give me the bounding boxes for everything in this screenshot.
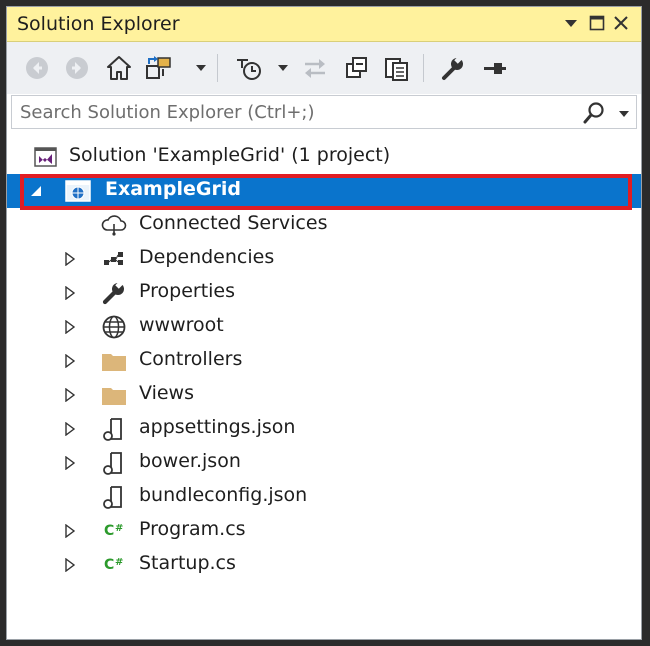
tree-item-controllers[interactable]: Controllers <box>7 344 641 378</box>
tree-item-label: appsettings.json <box>139 416 296 438</box>
tree-item-label: Startup.cs <box>139 552 236 574</box>
web-project-icon <box>65 178 91 204</box>
toolbar <box>7 42 641 94</box>
folder-icon <box>101 382 127 408</box>
home-icon[interactable] <box>103 51 135 85</box>
tree-item-label: bower.json <box>139 450 241 472</box>
json-file-icon <box>101 450 127 476</box>
tree-item-views[interactable]: Views <box>7 378 641 412</box>
globe-icon <box>101 314 127 340</box>
collapsed-arrow-icon[interactable] <box>63 455 77 471</box>
switch-views-dropdown-icon[interactable] <box>195 51 207 85</box>
collapsed-arrow-icon[interactable] <box>63 319 77 335</box>
tree-item-connected-services[interactable]: Connected Services <box>7 208 641 242</box>
tree-item-bundleconfig-json[interactable]: bundleconfig.json <box>7 480 641 514</box>
dependencies-icon <box>101 246 127 272</box>
cloud-icon <box>101 212 127 238</box>
tree-item-label: wwwroot <box>139 314 224 336</box>
tree-item-label: ExampleGrid <box>105 178 241 200</box>
svg-text:C: C <box>104 523 114 539</box>
collapsed-arrow-icon[interactable] <box>63 557 77 573</box>
wrench-icon <box>101 280 127 306</box>
folder-icon <box>101 348 127 374</box>
tree-item-label: Connected Services <box>139 212 328 234</box>
json-file-icon <box>101 416 127 442</box>
collapsed-arrow-icon[interactable] <box>63 387 77 403</box>
tree-item-label: Controllers <box>139 348 243 370</box>
tree-item-wwwroot[interactable]: wwwroot <box>7 310 641 344</box>
window-position-dropdown-icon[interactable] <box>559 11 583 35</box>
collapsed-arrow-icon[interactable] <box>63 353 77 369</box>
collapsed-arrow-icon[interactable] <box>63 523 77 539</box>
csharp-file-icon: C # <box>103 552 129 578</box>
collapsed-arrow-icon[interactable] <box>63 285 77 301</box>
json-file-icon <box>101 484 127 510</box>
expanded-arrow-icon[interactable] <box>29 183 43 199</box>
search-icon[interactable] <box>582 101 606 129</box>
search-input[interactable] <box>12 96 580 128</box>
svg-text:#: # <box>115 557 123 568</box>
toolbar-separator <box>217 54 218 82</box>
show-all-files-icon[interactable] <box>381 51 413 85</box>
collapsed-arrow-icon[interactable] <box>63 251 77 267</box>
toolbar-separator <box>423 54 424 82</box>
svg-text:C: C <box>104 557 114 573</box>
tree-item-label: Dependencies <box>139 246 275 268</box>
collapsed-arrow-icon[interactable] <box>63 421 77 437</box>
preview-icon[interactable] <box>479 51 511 85</box>
svg-text:#: # <box>115 523 123 534</box>
tree-item-label: Properties <box>139 280 236 302</box>
close-icon[interactable] <box>609 11 633 35</box>
tree-item-bower-json[interactable]: bower.json <box>7 446 641 480</box>
forward-icon[interactable] <box>61 51 93 85</box>
sync-icon[interactable] <box>299 51 331 85</box>
search-box <box>11 95 637 129</box>
visual-studio-solution-icon <box>33 144 59 170</box>
csharp-file-icon: C # <box>103 518 129 544</box>
title-bar: Solution Explorer <box>7 7 641 42</box>
maximize-icon[interactable] <box>585 11 609 35</box>
tree-item-label: Solution 'ExampleGrid' (1 project) <box>69 144 391 166</box>
tree-item-dependencies[interactable]: Dependencies <box>7 242 641 276</box>
tree-item-program-cs[interactable]: C # Program.cs <box>7 514 641 548</box>
tree-item-project-selected[interactable]: ExampleGrid <box>7 174 641 208</box>
tree-item-properties[interactable]: Properties <box>7 276 641 310</box>
pending-changes-dropdown-icon[interactable] <box>277 51 289 85</box>
window-title: Solution Explorer <box>17 13 180 35</box>
collapse-all-icon[interactable] <box>341 51 373 85</box>
search-options-dropdown-icon[interactable] <box>618 103 630 127</box>
solution-explorer-panel: Solution Explorer Search Solution Explor… <box>6 6 642 640</box>
switch-views-icon[interactable] <box>143 51 175 85</box>
tree-item-startup-cs[interactable]: C # Startup.cs <box>7 548 641 582</box>
tree-item-solution[interactable]: Solution 'ExampleGrid' (1 project) <box>7 140 641 174</box>
tree-item-label: bundleconfig.json <box>139 484 308 506</box>
tree-item-label: Program.cs <box>139 518 246 540</box>
properties-wrench-icon[interactable] <box>437 51 469 85</box>
back-icon[interactable] <box>21 51 53 85</box>
tree-item-label: Views <box>139 382 194 404</box>
pending-changes-filter-icon[interactable] <box>233 51 265 85</box>
tree-item-appsettings-json[interactable]: appsettings.json <box>7 412 641 446</box>
